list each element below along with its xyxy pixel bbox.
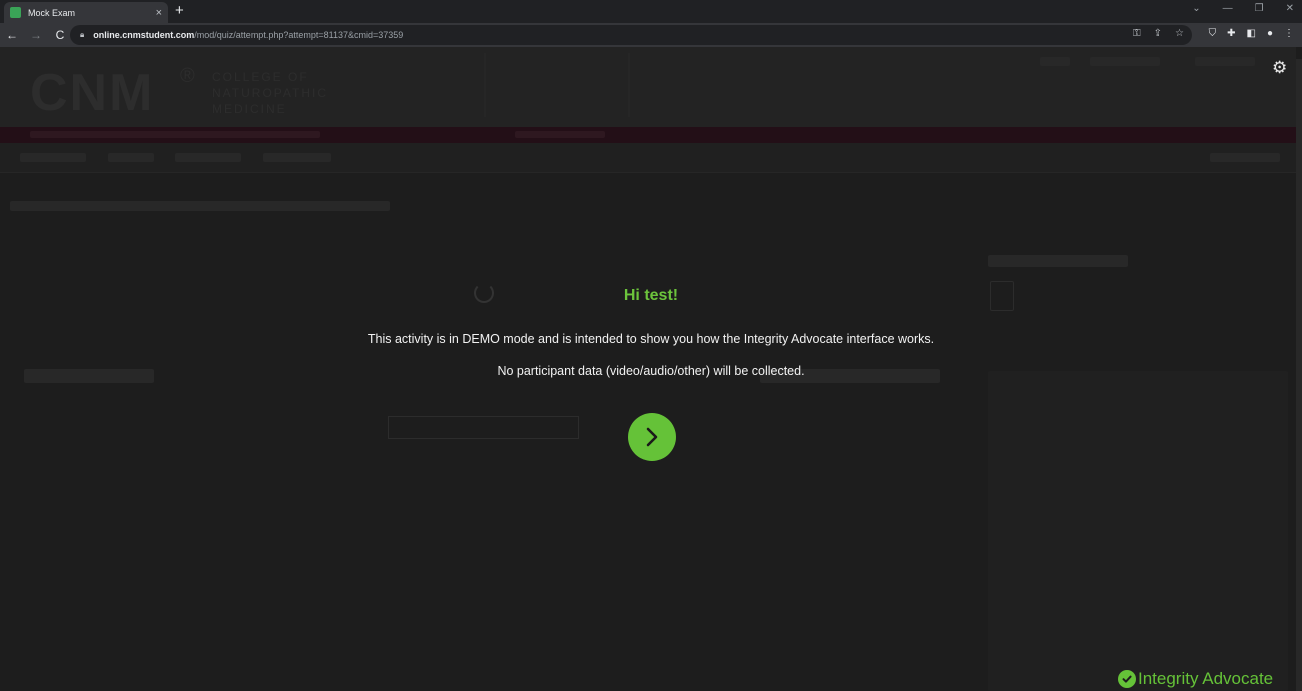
- forward-button[interactable]: →: [24, 28, 48, 42]
- reload-button[interactable]: C: [48, 28, 72, 42]
- side-panel-icon[interactable]: ◧: [1247, 28, 1256, 39]
- url-text: online.cnmstudent.com/mod/quiz/attempt.p…: [93, 30, 403, 40]
- minimize-icon[interactable]: —: [1223, 3, 1233, 14]
- no-data-message: No participant data (video/audio/other) …: [497, 364, 805, 378]
- tab-close-icon[interactable]: ×: [156, 7, 162, 19]
- lock-icon[interactable]: 🔒︎: [80, 30, 84, 40]
- address-bar[interactable]: 🔒︎ online.cnmstudent.com/mod/quiz/attemp…: [70, 25, 1192, 45]
- shield-extension-icon[interactable]: ⛉: [1209, 28, 1217, 39]
- window-controls: ⌄ — ❐ ✕: [1192, 3, 1294, 14]
- url-path: /mod/quiz/attempt.php?attempt=81137&cmid…: [194, 30, 404, 40]
- menu-kebab-icon[interactable]: ⋮: [1284, 28, 1294, 39]
- tab-strip: Mock Exam × + ⌄ — ❐ ✕: [0, 0, 1302, 23]
- password-key-icon[interactable]: ⚿: [1133, 28, 1141, 39]
- profile-icon[interactable]: ●: [1267, 28, 1273, 39]
- url-host: online.cnmstudent.com: [93, 30, 195, 40]
- greeting-heading: Hi test!: [623, 287, 679, 304]
- continue-button[interactable]: [628, 413, 676, 461]
- extensions-puzzle-icon[interactable]: ✚: [1227, 28, 1235, 39]
- brand-name: Integrity Advocate: [1138, 669, 1274, 688]
- demo-mode-message: This activity is in DEMO mode and is int…: [367, 332, 935, 346]
- restore-icon[interactable]: ❐: [1255, 3, 1264, 14]
- back-button[interactable]: ←: [0, 28, 24, 42]
- browser-toolbar: ← → C 🔒︎ online.cnmstudent.com/mod/quiz/…: [0, 23, 1302, 47]
- check-circle-icon: [1118, 670, 1136, 688]
- integrity-advocate-brand: Integrity Advocate: [1118, 669, 1273, 689]
- integrity-advocate-modal: Hi test! This activity is in DEMO mode a…: [0, 47, 1302, 691]
- tab-title: Mock Exam: [28, 7, 76, 18]
- chevron-right-icon: [646, 427, 658, 447]
- bookmark-star-icon[interactable]: ☆: [1175, 28, 1184, 39]
- new-tab-button[interactable]: +: [175, 2, 184, 19]
- tab-search-icon[interactable]: ⌄: [1192, 3, 1200, 14]
- favicon-icon: [10, 7, 21, 18]
- browser-tab[interactable]: Mock Exam ×: [4, 2, 168, 23]
- close-window-icon[interactable]: ✕: [1286, 3, 1294, 14]
- page-content: CNM ® COLLEGE OF NATUROPATHIC MEDICINE ⚙…: [0, 47, 1302, 691]
- share-icon[interactable]: ⇪: [1154, 28, 1162, 39]
